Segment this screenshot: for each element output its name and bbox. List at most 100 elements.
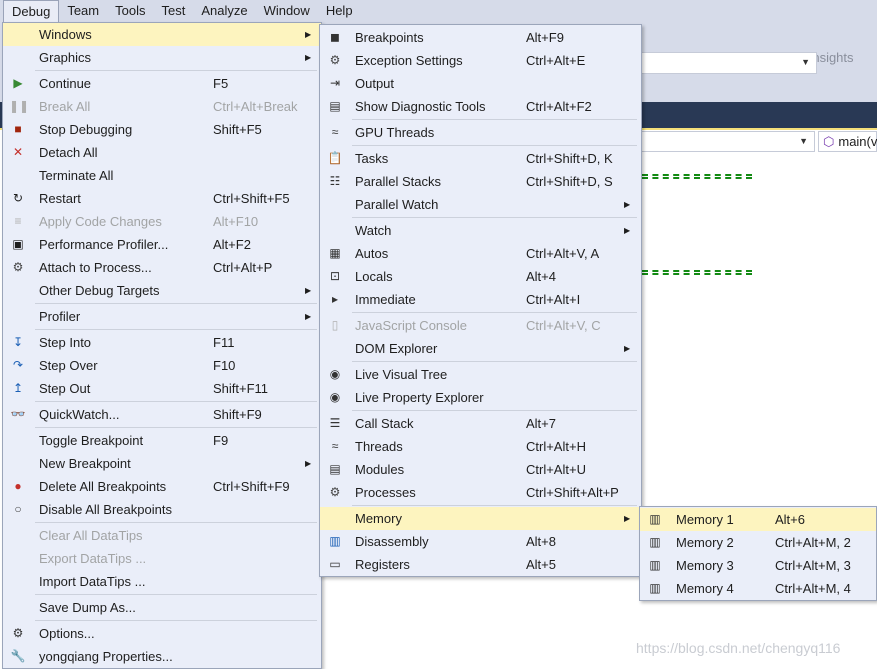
- menu-item-memory[interactable]: Memory ▶: [320, 507, 641, 530]
- menu-item-output[interactable]: ⇥ Output: [320, 72, 641, 95]
- menu-item-label: Options...: [39, 626, 95, 641]
- menu-item-disable-all-breakpoints[interactable]: ○ Disable All Breakpoints: [3, 498, 321, 521]
- menu-item-locals[interactable]: ⊡ Locals Alt+4: [320, 265, 641, 288]
- menu-item-performance-profiler[interactable]: ▣ Performance Profiler... Alt+F2: [3, 233, 321, 256]
- menu-item-other-debug-targets[interactable]: Other Debug Targets ▶: [3, 279, 321, 302]
- callstack-icon: ☰: [329, 416, 341, 430]
- menu-item-memory-1[interactable]: ▥ Memory 1 Alt+6: [640, 508, 876, 531]
- shortcut-text: F11: [213, 335, 235, 350]
- shortcut-text: F5: [213, 76, 229, 91]
- function-combo[interactable]: ⬡ main(v: [818, 131, 877, 152]
- menu-item-options[interactable]: ⚙ Options...: [3, 622, 321, 645]
- menu-team[interactable]: Team: [59, 0, 107, 22]
- toolbar-combo[interactable]: ▼: [640, 52, 817, 74]
- menu-item-step-into[interactable]: ↧ Step Into F11: [3, 331, 321, 354]
- menu-item-label: Parallel Stacks: [355, 174, 441, 189]
- menu-item-continue[interactable]: ▶ Continue F5: [3, 72, 321, 95]
- shortcut-text: Alt+F10: [213, 214, 259, 229]
- menu-item-gpu-threads[interactable]: ≈ GPU Threads: [320, 121, 641, 144]
- threads-icon: ≈: [331, 439, 339, 453]
- menu-tools[interactable]: Tools: [107, 0, 153, 22]
- menu-item-label: Processes: [355, 485, 416, 500]
- menu-item-attach-to-process[interactable]: ⚙ Attach to Process... Ctrl+Alt+P: [3, 256, 321, 279]
- menu-item-memory-4[interactable]: ▥ Memory 4 Ctrl+Alt+M, 4: [640, 577, 876, 600]
- gears-icon: ⚙: [12, 260, 24, 274]
- debug-menu: Windows ▶ Graphics ▶ ▶ Continue F5 ❚❚ Break All C…: [2, 22, 322, 669]
- menu-item-dom-explorer[interactable]: DOM Explorer ▶: [320, 337, 641, 360]
- menu-item-detach-all[interactable]: ✕ Detach All: [3, 141, 321, 164]
- menu-item-import-datatips[interactable]: Import DataTips ...: [3, 570, 321, 593]
- memory-chip-icon: ▥: [649, 512, 661, 526]
- menu-item-memory-3[interactable]: ▥ Memory 3 Ctrl+Alt+M, 3: [640, 554, 876, 577]
- menu-item-registers[interactable]: ▭ Registers Alt+5: [320, 553, 641, 576]
- menu-item-windows[interactable]: Windows ▶: [3, 23, 321, 46]
- menu-item-immediate[interactable]: ▸ Immediate Ctrl+Alt+I: [320, 288, 641, 311]
- function-combo-value: main(v: [838, 134, 877, 149]
- menu-item-toggle-breakpoint[interactable]: Toggle Breakpoint F9: [3, 429, 321, 452]
- menu-item-processes[interactable]: ⚙ Processes Ctrl+Shift+Alt+P: [320, 481, 641, 504]
- stop-icon: ■: [14, 122, 22, 136]
- menu-item-restart[interactable]: ↻ Restart Ctrl+Shift+F5: [3, 187, 321, 210]
- menu-item-label: Breakpoints: [355, 30, 424, 45]
- menu-item-tasks[interactable]: 📋 Tasks Ctrl+Shift+D, K: [320, 147, 641, 170]
- menu-item-step-out[interactable]: ↥ Step Out Shift+F11: [3, 377, 321, 400]
- menu-item-javascript-console[interactable]: ▯ JavaScript Console Ctrl+Alt+V, C: [320, 314, 641, 337]
- menu-item-disassembly[interactable]: ▥ Disassembly Alt+8: [320, 530, 641, 553]
- menu-item-autos[interactable]: ▦ Autos Ctrl+Alt+V, A: [320, 242, 641, 265]
- registers-icon: ▭: [329, 557, 341, 571]
- menu-item-yongqiang-properties[interactable]: 🔧 yongqiang Properties...: [3, 645, 321, 668]
- menu-item-label: Toggle Breakpoint: [39, 433, 144, 448]
- menu-item-modules[interactable]: ▤ Modules Ctrl+Alt+U: [320, 458, 641, 481]
- submenu-arrow-icon: ▶: [624, 200, 631, 209]
- menu-item-terminate-all[interactable]: Terminate All: [3, 164, 321, 187]
- scope-combo[interactable]: ▼: [640, 131, 815, 152]
- menu-item-apply-code-changes[interactable]: ≡ Apply Code Changes Alt+F10: [3, 210, 321, 233]
- menu-item-delete-all-breakpoints[interactable]: ● Delete All Breakpoints Ctrl+Shift+F9: [3, 475, 321, 498]
- chevron-down-icon: ▼: [799, 136, 808, 146]
- menu-item-label: Other Debug Targets: [39, 283, 160, 298]
- menu-item-parallel-watch[interactable]: Parallel Watch ▶: [320, 193, 641, 216]
- shortcut-text: Ctrl+Shift+D, S: [526, 174, 613, 189]
- menu-item-export-datatips[interactable]: Export DataTips ...: [3, 547, 321, 570]
- menu-item-breakpoints[interactable]: ◼ Breakpoints Alt+F9: [320, 26, 641, 49]
- menu-item-break-all[interactable]: ❚❚ Break All Ctrl+Alt+Break: [3, 95, 321, 118]
- locals-icon: ⊡: [329, 269, 341, 283]
- menu-item-quickwatch[interactable]: 👓 QuickWatch... Shift+F9: [3, 403, 321, 426]
- menu-item-threads[interactable]: ≈ Threads Ctrl+Alt+H: [320, 435, 641, 458]
- profiler-icon: ▣: [12, 237, 24, 251]
- menu-item-parallel-stacks[interactable]: ☷ Parallel Stacks Ctrl+Shift+D, S: [320, 170, 641, 193]
- menu-item-graphics[interactable]: Graphics ▶: [3, 46, 321, 69]
- menu-item-label: Live Property Explorer: [355, 390, 484, 405]
- submenu-arrow-icon: ▶: [305, 312, 312, 321]
- menu-item-exception-settings[interactable]: ⚙ Exception Settings Ctrl+Alt+E: [320, 49, 641, 72]
- menu-item-label: Memory: [355, 511, 402, 526]
- menu-item-new-breakpoint[interactable]: New Breakpoint ▶: [3, 452, 321, 475]
- shortcut-text: Alt+F2: [213, 237, 251, 252]
- shortcut-text: Ctrl+Alt+H: [526, 439, 586, 454]
- menu-test[interactable]: Test: [153, 0, 193, 22]
- menu-item-label: Memory 1: [676, 512, 734, 527]
- menu-window[interactable]: Window: [256, 0, 318, 22]
- menu-debug[interactable]: Debug: [3, 0, 60, 22]
- menu-item-memory-2[interactable]: ▥ Memory 2 Ctrl+Alt+M, 2: [640, 531, 876, 554]
- step-into-icon: ↧: [12, 335, 24, 349]
- menu-item-label: Stop Debugging: [39, 122, 133, 137]
- menu-item-save-dump-as[interactable]: Save Dump As...: [3, 596, 321, 619]
- x-icon: ✕: [12, 145, 24, 159]
- menu-item-label: GPU Threads: [355, 125, 435, 140]
- shortcut-text: Ctrl+Alt+Break: [213, 99, 298, 114]
- menu-item-call-stack[interactable]: ☰ Call Stack Alt+7: [320, 412, 641, 435]
- menu-item-clear-all-datatips[interactable]: Clear All DataTips: [3, 524, 321, 547]
- menu-item-step-over[interactable]: ↷ Step Over F10: [3, 354, 321, 377]
- menu-help[interactable]: Help: [318, 0, 361, 22]
- menu-analyze[interactable]: Analyze: [193, 0, 255, 22]
- output-icon: ⇥: [329, 76, 341, 90]
- menu-bar: Debug Team Tools Test Analyze Window Help: [0, 0, 877, 22]
- menu-item-watch[interactable]: Watch ▶: [320, 219, 641, 242]
- menu-item-live-visual-tree[interactable]: ◉ Live Visual Tree: [320, 363, 641, 386]
- menu-item-stop-debugging[interactable]: ■ Stop Debugging Shift+F5: [3, 118, 321, 141]
- menu-item-show-diagnostic-tools[interactable]: ▤ Show Diagnostic Tools Ctrl+Alt+F2: [320, 95, 641, 118]
- menu-item-live-property-explorer[interactable]: ◉ Live Property Explorer: [320, 386, 641, 409]
- shortcut-text: Ctrl+Alt+M, 2: [775, 535, 851, 550]
- menu-item-profiler[interactable]: Profiler ▶: [3, 305, 321, 328]
